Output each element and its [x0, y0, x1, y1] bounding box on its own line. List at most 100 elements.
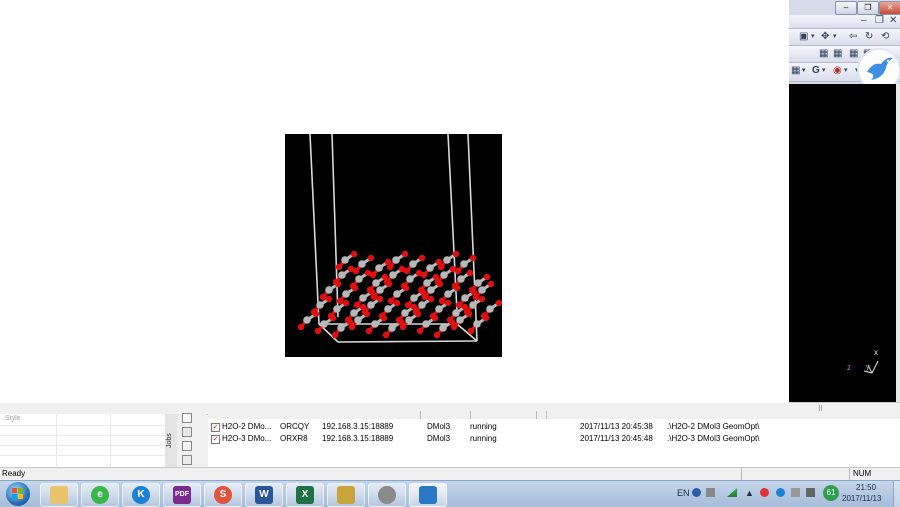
hand-icon[interactable] [182, 441, 192, 451]
k-app-icon: K [132, 486, 150, 504]
taskbar-installer[interactable] [327, 483, 365, 507]
job-checkbox[interactable]: ✓ [211, 435, 220, 444]
style-pane: Style [0, 414, 166, 467]
chevron-down-icon[interactable]: ▾ [811, 31, 815, 43]
wifi-icon[interactable] [727, 488, 737, 497]
silicon-atom [457, 275, 465, 283]
taskbar-s-app[interactable]: S [204, 483, 242, 507]
sub-restore-button[interactable]: ❐ [875, 15, 884, 27]
silicon-atom [469, 301, 477, 309]
show-desktop-button[interactable] [893, 481, 900, 507]
reset-view-icon[interactable]: ⟲ [881, 31, 889, 43]
silicon-atom [372, 279, 380, 287]
chevron-down-icon[interactable]: ▾ [844, 65, 848, 77]
grid-view-icon[interactable]: ▦ [819, 48, 828, 60]
chevron-down-icon[interactable]: ▾ [822, 65, 826, 77]
help-icon[interactable] [692, 488, 701, 497]
silicon-atom [316, 301, 324, 309]
tray-expand-icon[interactable]: ▲ [745, 488, 754, 498]
folder-icon [50, 486, 68, 504]
oxygen-atom [353, 301, 361, 309]
atom-style-icon[interactable]: ▦ [791, 65, 800, 77]
silicon-atom [478, 286, 486, 294]
table-view-icon[interactable]: ▦ [833, 48, 842, 60]
chevron-down-icon[interactable]: ▾ [833, 31, 837, 43]
job-checkbox[interactable]: ✓ [211, 423, 220, 432]
g-tool-icon[interactable]: G [812, 65, 820, 77]
language-indicator[interactable]: EN [677, 488, 690, 498]
oxygen-atom [415, 269, 423, 277]
download-icon[interactable] [182, 455, 192, 465]
silicon-atom [418, 301, 426, 309]
minimize-button[interactable]: – [835, 1, 857, 15]
sub-minimize-button[interactable]: – [861, 15, 867, 27]
clock-date[interactable]: 2017/11/13 [842, 494, 881, 503]
silicon-atom [389, 271, 397, 279]
keyboard-icon[interactable] [706, 488, 715, 497]
silicon-atom [422, 320, 430, 328]
taskbar-excel[interactable]: X [286, 483, 324, 507]
right-scrollbar[interactable] [896, 84, 900, 402]
jobs-tab[interactable]: Jobs [165, 414, 177, 467]
crystal-structure-view[interactable] [285, 134, 502, 357]
oxygen-atom [380, 314, 388, 322]
translate-icon[interactable]: ⇦ [849, 31, 857, 43]
oxygen-atom [365, 327, 373, 335]
close-button[interactable]: ✕ [879, 1, 900, 15]
select-tool-icon[interactable]: ▣ [799, 31, 808, 43]
table-row[interactable]: ✓ H2O-2 DMo... ORCQY 192.168.3.15:18889 … [208, 421, 900, 433]
k-tray-icon[interactable] [776, 488, 785, 497]
taskbar-word[interactable]: W [245, 483, 283, 507]
3d-viewport[interactable]: z x y [789, 84, 896, 402]
silicon-atom [375, 264, 383, 272]
chevron-down-icon[interactable]: ▾ [802, 65, 806, 77]
oxygen-atom [370, 293, 378, 301]
volume-icon[interactable] [791, 488, 800, 497]
taskbar-pdf[interactable]: PDF [163, 483, 201, 507]
taskbar-materials-studio[interactable] [368, 483, 406, 507]
restore-button[interactable]: ❐ [857, 1, 879, 15]
taskbar-k-app[interactable]: K [122, 483, 160, 507]
start-button[interactable] [6, 482, 30, 506]
refresh-icon[interactable] [182, 427, 192, 437]
taskbar-browser[interactable]: e [81, 483, 119, 507]
silicon-atom [371, 320, 379, 328]
job-id: ORCQY [280, 422, 310, 431]
silicon-atom [342, 290, 350, 298]
battery-badge[interactable]: 61 [823, 485, 839, 501]
oxygen-atom [386, 263, 394, 271]
rotate-icon[interactable]: ↻ [865, 31, 873, 43]
oxygen-atom [385, 280, 393, 288]
taskbar-explorer[interactable] [40, 483, 78, 507]
properties-icon[interactable] [182, 413, 192, 423]
oxygen-atom [314, 327, 322, 335]
qq-icon[interactable] [760, 488, 769, 497]
silicon-atom [456, 316, 464, 324]
silicon-atom [452, 309, 460, 317]
sub-close-button[interactable]: ✕ [889, 15, 897, 27]
oxygen-atom [325, 295, 333, 303]
network-icon[interactable] [806, 488, 815, 497]
silicon-atom [444, 290, 452, 298]
silicon-atom [388, 324, 396, 332]
oxygen-atom [342, 299, 350, 307]
move-tool-icon[interactable]: ✥ [821, 31, 829, 43]
silicon-atom [338, 271, 346, 279]
job-name: H2O-3 DMo... [222, 434, 272, 443]
job-status: running [470, 422, 497, 431]
oxygen-atom [319, 293, 327, 301]
list-view-icon[interactable]: ▦ [849, 48, 858, 60]
table-row[interactable]: ✓ H2O-3 DMo... ORXR8 192.168.3.15:18889 … [208, 433, 900, 445]
clock-time[interactable]: 21:50 [856, 483, 876, 492]
oxygen-atom [472, 293, 480, 301]
job-name: H2O-2 DMo... [222, 422, 272, 431]
silicon-atom [325, 286, 333, 294]
oxygen-atom [336, 297, 344, 305]
color-tool-icon[interactable]: ◉ [833, 65, 842, 77]
oxygen-atom [393, 299, 401, 307]
silicon-atom [435, 305, 443, 313]
oxygen-atom [312, 310, 320, 318]
oxygen-atom [427, 295, 435, 303]
taskbar-app-window[interactable] [409, 483, 447, 507]
job-server: 192.168.3.15:18889 [322, 434, 394, 443]
